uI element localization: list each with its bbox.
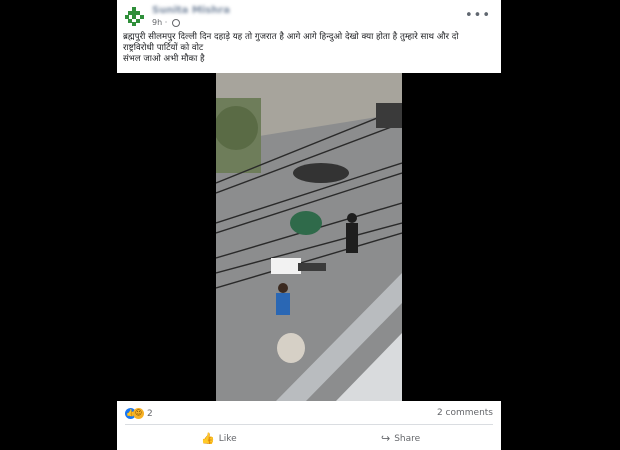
globe-icon [171, 18, 180, 27]
share-label: Share [394, 433, 421, 444]
reaction-count: 2 [147, 408, 153, 419]
post-time[interactable]: 9h [152, 18, 162, 27]
caption-line: संभल जाओ अभी मौका है [123, 54, 205, 64]
facebook-post: Sunita Mishra 9h · ••• ब्रह्मपुरी सीलमपु… [117, 0, 501, 450]
video-frame [216, 73, 402, 401]
thumbs-up-icon: 👍 [201, 432, 215, 445]
post-header: Sunita Mishra 9h · ••• [117, 0, 501, 30]
caption-line: ब्रह्मपुरी सीलमपुर दिल्ली दिन दहाड़े यह … [123, 32, 459, 42]
avatar[interactable] [125, 7, 144, 26]
share-arrow-icon: ↪ [381, 432, 391, 445]
share-button[interactable]: ↪ Share [381, 432, 420, 445]
more-options-icon[interactable]: ••• [465, 8, 491, 23]
caption-line: राष्ट्रविरोधी पार्टियों को वोट [123, 43, 204, 53]
comments-count[interactable]: 2 comments [437, 408, 493, 418]
post-meta: 9h · [152, 18, 180, 27]
like-label: Like [218, 433, 237, 444]
reactions-summary[interactable]: 👍☺ 2 [125, 408, 153, 419]
post-video[interactable] [117, 73, 501, 401]
haha-reaction-icon: ☺ [133, 408, 144, 419]
divider [125, 424, 493, 425]
like-button[interactable]: 👍 Like [201, 432, 237, 445]
author-name[interactable]: Sunita Mishra [152, 5, 230, 16]
post-caption: ब्रह्मपुरी सीलमपुर दिल्ली दिन दहाड़े यह … [123, 32, 495, 65]
